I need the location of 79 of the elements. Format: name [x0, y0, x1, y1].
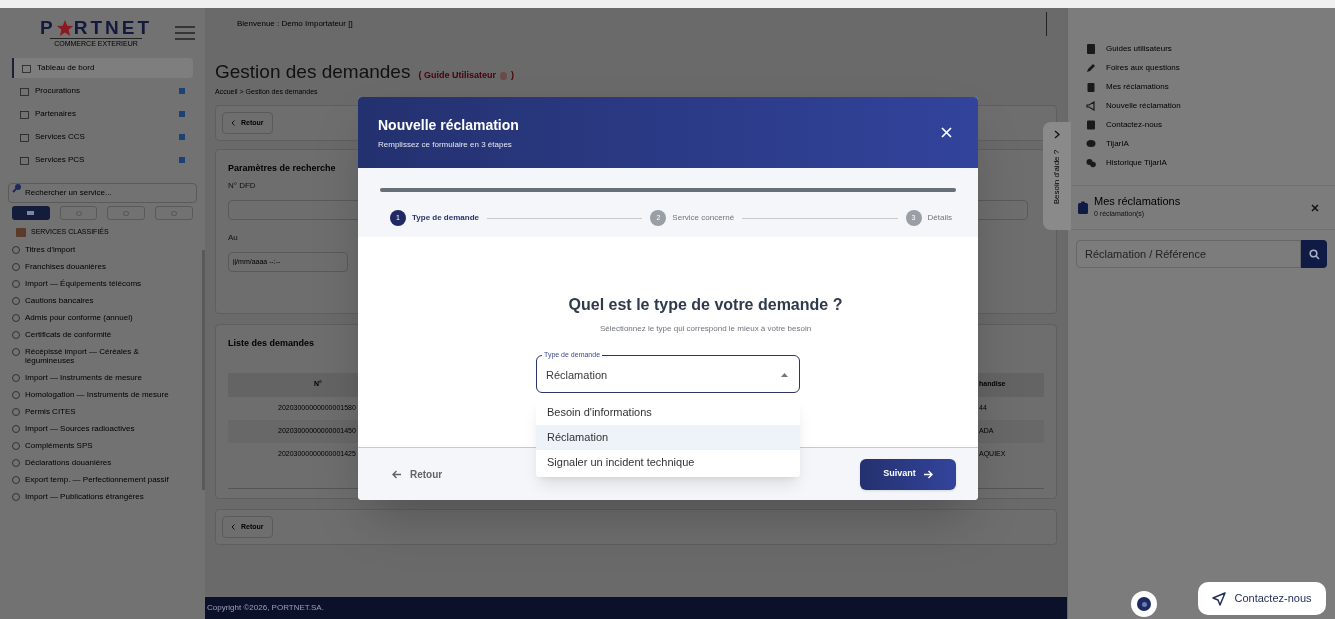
sidebar-item[interactable]: Tableau de bord — [12, 58, 193, 78]
dropdown-option[interactable]: Réclamation — [536, 425, 800, 450]
step-label: Type de demande — [412, 212, 479, 224]
dropdown-option[interactable]: Besoin d'informations — [536, 400, 800, 425]
step-label: Service concerné — [672, 212, 735, 224]
sidebar-item[interactable]: Procurations — [12, 81, 193, 101]
panel-title: Paramètres de recherche — [228, 162, 336, 175]
dialog-title: Nouvelle réclamation — [378, 115, 519, 135]
sidebar-item[interactable]: Services CCS — [12, 127, 193, 147]
panel-title: Liste des demandes — [228, 337, 315, 350]
pencil-icon — [1086, 62, 1096, 73]
menu-item-icon — [20, 109, 29, 119]
next-button[interactable]: Suivant — [860, 458, 956, 490]
service-item[interactable]: Export temp. — Perfectionnement passif — [12, 470, 191, 488]
help-link[interactable]: Guides utilisateurs — [1086, 42, 1172, 55]
folder-icon — [16, 227, 26, 237]
service-item[interactable]: Titres d'import — [12, 240, 191, 258]
welcome-text: Bienvenue : Demo Importateur [] — [237, 18, 353, 30]
menu-item-icon — [20, 155, 29, 165]
service-search-field[interactable]: Rechercher un service... — [8, 182, 197, 203]
help-link[interactable]: Historique TijarIA — [1086, 156, 1167, 169]
close-icon[interactable] — [1311, 203, 1319, 212]
service-item[interactable]: Import — Équipements télécoms — [12, 274, 191, 292]
dialog-subtitle: Remplissez ce formulaire en 3 étapes — [378, 138, 513, 151]
caret-up-icon — [781, 373, 788, 377]
megaphone-icon — [1086, 100, 1096, 111]
chevron-left-icon — [231, 524, 235, 530]
service-item[interactable]: Import — Sources radioactives — [12, 419, 191, 437]
menu-icon[interactable] — [175, 26, 195, 40]
field-label: N° DFD — [228, 179, 256, 192]
contact-button[interactable]: Contactez-nous — [1198, 582, 1326, 615]
copyright-text: Copyright ©2026, PORTNET.SA. — [207, 602, 324, 614]
step-label: Détails — [927, 212, 952, 224]
panel-title: Mes réclamations — [1094, 195, 1181, 210]
dropdown-option[interactable]: Signaler un incident technique — [536, 450, 800, 475]
chevron-right-icon — [1054, 130, 1060, 139]
search-icon — [1308, 248, 1320, 260]
service-item[interactable]: Homologation — Instruments de mesure — [12, 385, 191, 403]
search-icon — [12, 183, 22, 193]
search-field[interactable]: Réclamation / Référence — [1076, 240, 1301, 268]
hint-text: Sélectionnez le type qui correspond le mieux à votre besoin — [599, 323, 812, 335]
sidebar-item[interactable]: Partenaires — [12, 104, 193, 124]
service-item[interactable]: Récépissé import — Céréales & légumineuses — [12, 342, 191, 369]
chevron-left-icon — [231, 120, 235, 126]
clipboard-icon — [1078, 201, 1088, 214]
help-tab[interactable]: Besoin d'aide ? — [1043, 122, 1071, 230]
view-tab[interactable] — [12, 206, 50, 220]
help-link[interactable]: TijarIA — [1086, 137, 1129, 150]
service-item[interactable]: Certificats de conformité — [12, 325, 191, 343]
help-link[interactable]: Mes réclamations — [1086, 80, 1169, 93]
menu-item-icon — [22, 63, 31, 73]
menu-item-icon — [20, 132, 29, 142]
service-item[interactable]: Compléments SPS — [12, 436, 191, 454]
speech-bubble-icon — [1086, 138, 1096, 149]
service-item[interactable]: Franchises douanières — [12, 257, 191, 275]
service-item[interactable]: Permis CITES — [12, 402, 191, 420]
field-label: Au — [228, 231, 238, 244]
send-icon — [1212, 591, 1227, 606]
menu-item-icon — [20, 86, 29, 96]
back-button[interactable]: Retour — [392, 466, 443, 482]
service-item[interactable]: Admis pour conforme (annuel) — [12, 308, 191, 326]
help-link[interactable]: Nouvelle réclamation — [1086, 99, 1181, 112]
arrow-right-icon — [922, 469, 933, 479]
service-item[interactable]: Import — Instruments de mesure — [12, 368, 191, 386]
service-item[interactable]: Cautions bancaires — [12, 291, 191, 309]
page-title: Gestion des demandes — [215, 60, 411, 84]
question-heading: Quel est le type de votre demande ? — [568, 295, 843, 315]
book-icon — [1086, 43, 1096, 54]
help-link[interactable]: Contactez-nous — [1086, 118, 1163, 131]
contact-card-icon — [1086, 119, 1096, 130]
service-item[interactable]: Déclarations douanières — [12, 453, 191, 471]
service-item[interactable]: Import — Publications étrangères — [12, 487, 191, 505]
search-button[interactable] — [1301, 240, 1327, 268]
sidebar-item[interactable]: Services PCS — [12, 150, 193, 170]
chat-bubbles-icon — [1086, 157, 1096, 168]
help-link[interactable]: Foires aux questions — [1086, 61, 1180, 74]
clipboard-icon — [1086, 81, 1096, 92]
guide-link[interactable]: ( Guide Utilisateur ) — [418, 69, 514, 83]
arrow-left-icon — [392, 469, 402, 479]
